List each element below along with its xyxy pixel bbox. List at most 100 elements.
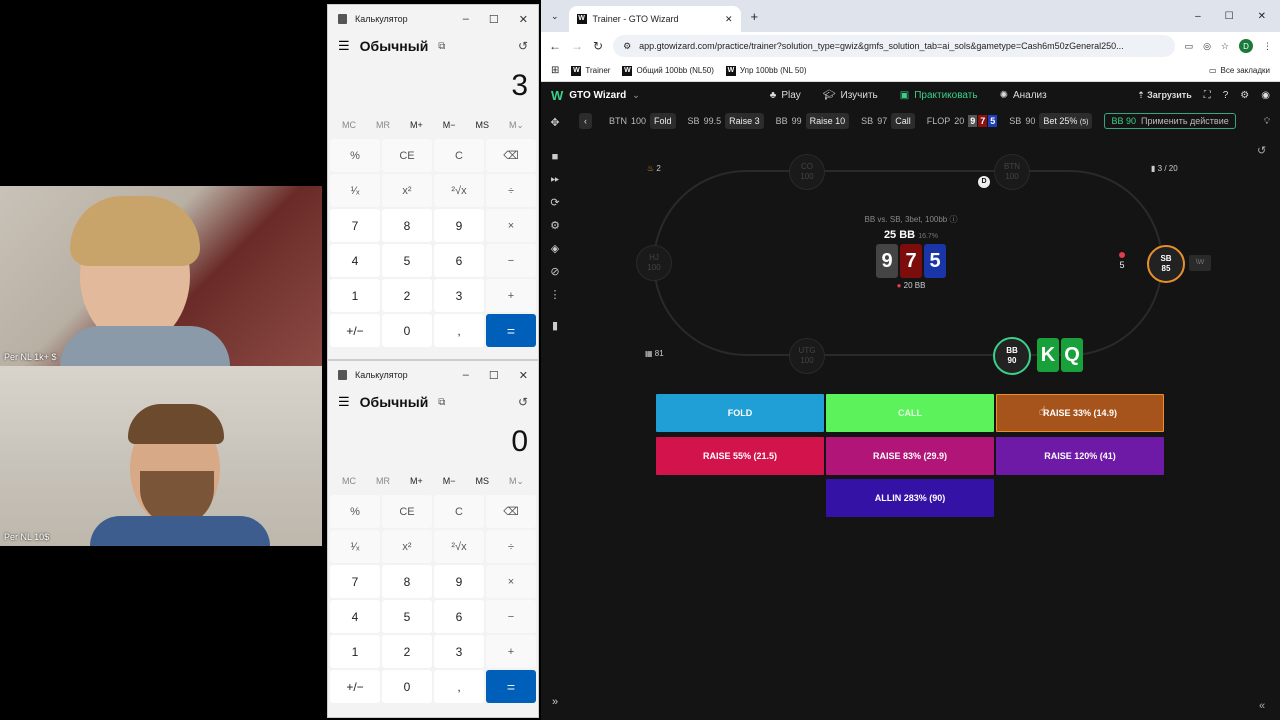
reload-icon[interactable]: ↻ [593, 39, 603, 53]
memory-key[interactable]: M⌄ [509, 476, 524, 487]
nav-play[interactable]: ♣ Play [770, 90, 801, 101]
calc-key[interactable]: , [434, 670, 484, 703]
calc-key[interactable]: 9 [434, 565, 484, 598]
calc-key[interactable]: 5 [382, 600, 432, 633]
fullscreen-icon[interactable]: ⛶ [1204, 90, 1211, 101]
calc-key[interactable]: + [486, 279, 536, 312]
calc-key[interactable]: − [486, 600, 536, 633]
nav-analyze[interactable]: ✺ Анализ [1000, 90, 1047, 101]
calc-key[interactable]: 8 [382, 565, 432, 598]
calc-key[interactable]: % [330, 139, 380, 172]
tab-close-icon[interactable]: ✕ [725, 14, 733, 25]
calc-key[interactable]: , [434, 314, 484, 347]
calc-key[interactable]: 2 [382, 279, 432, 312]
action-sb-bet[interactable]: SB 90 Bet 25% (5) [1003, 111, 1098, 131]
calc-key[interactable]: +/− [330, 670, 380, 703]
settings-icon[interactable]: ⚙ [550, 219, 560, 232]
calc-key[interactable]: × [486, 565, 536, 598]
memory-key[interactable]: M− [443, 476, 456, 486]
gamepad-icon[interactable]: ✥ [550, 116, 559, 129]
expand-icon[interactable]: » [552, 696, 558, 708]
raise-33-button[interactable]: RAISE 33% (14.9) [996, 394, 1164, 432]
raise-120-button[interactable]: RAISE 120% (41) [996, 437, 1164, 475]
account-icon[interactable]: ◉ [1261, 90, 1270, 101]
calc-key[interactable]: 6 [434, 244, 484, 277]
history-icon[interactable]: ↺ [518, 39, 528, 53]
calc-key[interactable]: +/− [330, 314, 380, 347]
keep-on-top-icon[interactable]: ⧉ [438, 41, 445, 52]
maximize-button[interactable]: ☐ [489, 369, 499, 382]
calc-key[interactable]: 4 [330, 244, 380, 277]
calc-key[interactable]: 9 [434, 209, 484, 242]
memory-key[interactable]: MC [342, 476, 356, 486]
memory-key[interactable]: MC [342, 120, 356, 130]
action-sb[interactable]: SB 99.5 Raise 3 [682, 111, 770, 131]
more-menu-icon[interactable]: ⋮ [1263, 41, 1272, 52]
calc-key[interactable]: − [486, 244, 536, 277]
calc-key[interactable]: ⌫ [486, 139, 536, 172]
all-bookmarks[interactable]: ▭ Все закладки [1209, 66, 1270, 75]
action-sb-call[interactable]: SB 97 Call [855, 111, 921, 131]
calc-key[interactable]: × [486, 209, 536, 242]
calc-key[interactable]: + [486, 635, 536, 668]
apply-action-button[interactable]: BB 90 Применить действие [1104, 113, 1236, 129]
chart-icon[interactable]: ▮ [552, 319, 558, 332]
calc-key[interactable]: 4 [330, 600, 380, 633]
close-button[interactable]: ✕ [519, 13, 528, 26]
calc-key[interactable]: ¹⁄ₓ [330, 174, 380, 207]
new-tab-icon[interactable]: + [741, 9, 769, 24]
memory-key[interactable]: M⌄ [509, 120, 524, 131]
repeat-icon[interactable]: ⟳ [550, 196, 559, 209]
allin-button[interactable]: ALLIN 283% (90) [826, 479, 994, 517]
calc-key[interactable]: = [486, 670, 536, 703]
memory-key[interactable]: M+ [410, 120, 423, 130]
calc-key[interactable]: 2 [382, 635, 432, 668]
tab-gto-wizard[interactable]: W Trainer - GTO Wizard ✕ [568, 6, 741, 32]
calc-key[interactable]: 0 [382, 314, 432, 347]
eye-off-icon[interactable]: ◎ [1203, 41, 1211, 52]
back-icon[interactable]: ← [549, 39, 561, 53]
back-action-button[interactable]: ‹ [579, 113, 592, 129]
site-info-icon[interactable]: ⚙ [623, 41, 631, 52]
memory-key[interactable]: MR [376, 476, 390, 486]
calc-key[interactable]: 1 [330, 279, 380, 312]
nav-practice[interactable]: ▣ Практиковать [900, 90, 978, 101]
calc-key[interactable]: x² [382, 174, 432, 207]
calc-key[interactable]: C [434, 495, 484, 528]
calc-key[interactable]: = [486, 314, 536, 347]
stop-icon[interactable]: ■ [552, 151, 559, 163]
calc-key[interactable]: 6 [434, 600, 484, 633]
upload-button[interactable]: ⇡ Загрузить [1137, 90, 1192, 101]
install-icon[interactable]: ▭ [1185, 41, 1194, 52]
settings-icon[interactable]: ⚙ [1240, 90, 1249, 101]
calc-key[interactable]: 1 [330, 635, 380, 668]
maximize-button[interactable]: ☐ [489, 13, 499, 26]
minimize-button[interactable]: – [1195, 11, 1201, 22]
close-button[interactable]: ✕ [1258, 11, 1266, 22]
history-icon[interactable]: ↺ [1257, 144, 1266, 157]
memory-key[interactable]: MS [475, 120, 489, 130]
memory-key[interactable]: M+ [410, 476, 423, 486]
calc-key[interactable]: % [330, 495, 380, 528]
collapse-icon[interactable]: « [1259, 700, 1265, 712]
memory-key[interactable]: MR [376, 120, 390, 130]
flop-segment[interactable]: FLOP 20 9 7 5 [921, 111, 1004, 131]
calc-key[interactable]: CE [382, 495, 432, 528]
nav-study[interactable]: 🎓︎ Изучить [823, 90, 878, 101]
calc-key[interactable]: ÷ [486, 530, 536, 563]
calc-key[interactable]: ²√x [434, 174, 484, 207]
eye-off-icon[interactable]: ⊘ [550, 265, 559, 278]
menu-icon[interactable]: ☰ [338, 38, 350, 54]
gto-brand[interactable]: W GTO Wizard ⌄ [551, 88, 640, 103]
action-bb[interactable]: BB 99 Raise 10 [770, 111, 856, 131]
calc-key[interactable]: ²√x [434, 530, 484, 563]
bookmark-item[interactable]: W Общий 100bb (NL50) [622, 65, 714, 76]
calc-key[interactable]: CE [382, 139, 432, 172]
apps-icon[interactable]: ⊞ [551, 65, 559, 76]
calc-key[interactable]: 0 [382, 670, 432, 703]
fast-forward-icon[interactable]: ⏩︎ [551, 173, 560, 186]
calc-key[interactable]: 3 [434, 279, 484, 312]
url-input[interactable]: ⚙ app.gtowizard.com/practice/trainer?sol… [613, 35, 1175, 57]
lightbulb-icon[interactable]: 💡︎ [1264, 116, 1280, 127]
raise-55-button[interactable]: RAISE 55% (21.5) [656, 437, 824, 475]
